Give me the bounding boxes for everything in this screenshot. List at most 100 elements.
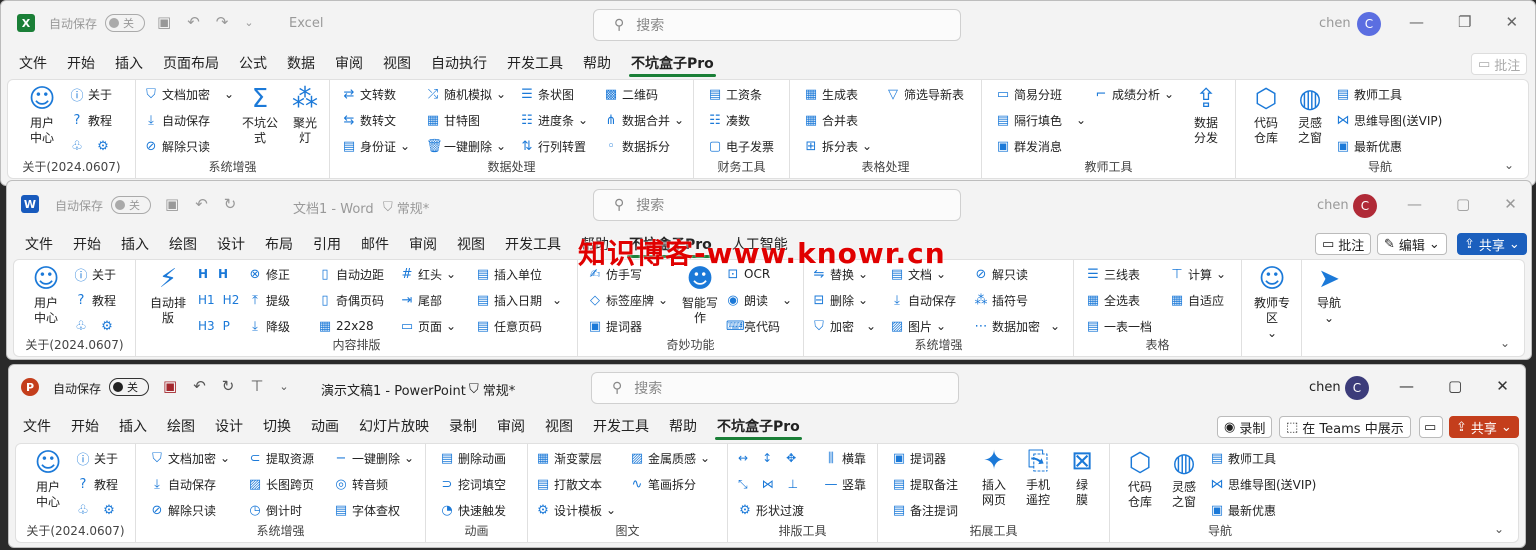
redo-icon[interactable]: ↻: [222, 377, 235, 395]
tab-file[interactable]: 文件: [13, 414, 61, 440]
autosave-button[interactable]: ⤓ 自动保存: [144, 110, 210, 130]
save-icon[interactable]: ▣: [157, 13, 171, 31]
tutorial-button[interactable]: ? 教程: [74, 290, 116, 310]
user-center-button[interactable]: ☺ 用户 中心: [26, 448, 70, 510]
avatar[interactable]: C: [1345, 376, 1369, 400]
tab-references[interactable]: 引用: [303, 232, 351, 258]
tab-draw[interactable]: 绘图: [159, 232, 207, 258]
downgrade-button[interactable]: ⤓ 降级: [248, 316, 290, 336]
id-card-button[interactable]: ▤ 身份证 ⌄: [342, 136, 410, 156]
scatter-text-button[interactable]: ▤ 打散文本: [536, 474, 602, 494]
maximize-icon[interactable]: ▢: [1456, 195, 1470, 213]
tab-review[interactable]: 审阅: [487, 414, 535, 440]
extract-resources-button[interactable]: ⊂ 提取资源: [248, 448, 314, 468]
one-click-delete-button[interactable]: 🗑 一键删除 ⌄: [426, 136, 506, 156]
autosave-toggle[interactable]: 关: [109, 378, 149, 396]
tab-developer[interactable]: 开发工具: [497, 51, 573, 77]
font-rights-button[interactable]: ▤ 字体查权: [334, 500, 400, 520]
redo-icon[interactable]: ↻: [224, 195, 237, 213]
qrcode-button[interactable]: ▩ 二维码: [604, 84, 658, 104]
teacher-zone-button[interactable]: ☺ 教师专 区 ⌄: [1246, 264, 1298, 341]
teams-present-button[interactable]: ⬚ 在 Teams 中展示: [1279, 416, 1411, 438]
phone-remote-button[interactable]: ⎘ 手机 遥控: [1018, 446, 1058, 508]
data-merge-button[interactable]: ⋔ 数据合并 ⌄: [604, 110, 685, 130]
autosave-button[interactable]: ⤓ 自动保存: [890, 290, 956, 310]
collapse-ribbon-icon[interactable]: ⌄: [1500, 336, 1510, 350]
mindmap-button[interactable]: ⋈ 思维导图(送VIP): [1336, 110, 1443, 130]
unlock-button[interactable]: ⊘ 解除只读: [144, 136, 210, 156]
delete-animation-button[interactable]: ▤ 删除动画: [440, 448, 506, 468]
teacher-tools-button[interactable]: ▤ 教师工具: [1210, 448, 1276, 468]
minimize-icon[interactable]: —: [1407, 195, 1422, 213]
collapse-ribbon-icon[interactable]: ⌄: [1494, 522, 1504, 536]
search-box[interactable]: ⚲ 搜索: [593, 189, 961, 221]
horizontal-icon[interactable]: ↔: [738, 451, 748, 465]
tab-review[interactable]: 审阅: [325, 51, 373, 77]
tutorial-button[interactable]: ? 教程: [70, 110, 112, 130]
flip-icon[interactable]: ⋈: [762, 477, 774, 491]
doc-encrypt-button[interactable]: ⛉ 文档加密 ⌄: [144, 84, 234, 104]
spotlight-button[interactable]: ⁂ 聚光 灯: [286, 84, 324, 146]
close-icon[interactable]: ✕: [1504, 195, 1517, 213]
long-image-button[interactable]: ▨ 长图跨页: [248, 474, 314, 494]
customize-qa-icon[interactable]: ⌄: [244, 16, 253, 29]
auto-margin-button[interactable]: ▯ 自动边距: [318, 264, 384, 284]
random-sim-button[interactable]: ⤮ 随机模拟 ⌄: [426, 84, 506, 104]
distribute-icon[interactable]: ⊥: [788, 477, 798, 491]
autosave-toggle[interactable]: 关: [105, 14, 145, 32]
close-icon[interactable]: ✕: [1496, 377, 1509, 395]
encrypt-button[interactable]: ⛉ 加密 ⌄: [812, 316, 876, 336]
insert-symbol-button[interactable]: ⁂ 插符号: [974, 290, 1029, 310]
merge-table-button[interactable]: ▦ 合并表: [804, 110, 858, 130]
split-table-button[interactable]: ⊞ 拆分表 ⌄: [804, 136, 873, 156]
tab-bukeng-pro[interactable]: 不坑盒子Pro: [707, 414, 810, 440]
number-to-text-button[interactable]: ⇆ 数转文: [342, 110, 396, 130]
prompter-button[interactable]: ▣ 提词器: [588, 316, 642, 336]
shape-transition-button[interactable]: ⚙ 形状过渡: [738, 500, 804, 520]
text-to-number-button[interactable]: ⇄ 文转数: [342, 84, 396, 104]
undo-icon[interactable]: ↶: [195, 195, 208, 213]
design-template-button[interactable]: ⚙ 设计模板 ⌄: [536, 500, 616, 520]
extract-notes-button[interactable]: ▤ 提取备注: [892, 474, 958, 494]
tab-mailings[interactable]: 邮件: [351, 232, 399, 258]
unlock-button[interactable]: ⊘ 解除只读: [150, 500, 216, 520]
user-center-button[interactable]: ☺ 用户 中心: [24, 264, 68, 326]
fix-button[interactable]: ⊗ 修正: [248, 264, 290, 284]
shirt-icon[interactable]: ♧: [76, 503, 90, 518]
auto-layout-button[interactable]: ⚡ 自动排 版: [142, 264, 194, 326]
navigation-button[interactable]: ➤ 导航 ⌄: [1306, 264, 1352, 326]
search-box[interactable]: ⚲ 搜索: [591, 372, 959, 404]
tab-file[interactable]: 文件: [15, 232, 63, 258]
h3-icon[interactable]: H3: [198, 319, 215, 333]
shrink-icon[interactable]: ⤡: [738, 477, 748, 492]
paragraph-icon[interactable]: P: [223, 319, 230, 333]
vertical-icon[interactable]: ↕: [762, 451, 772, 465]
three-line-table-button[interactable]: ☰ 三线表: [1086, 264, 1140, 284]
tab-view[interactable]: 视图: [373, 51, 421, 77]
upgrade-button[interactable]: ⤒ 提级: [248, 290, 290, 310]
one-click-delete-button[interactable]: − 一键删除 ⌄: [334, 448, 415, 468]
tab-draw[interactable]: 绘图: [157, 414, 205, 440]
heading-icon[interactable]: H: [218, 267, 228, 281]
tab-developer[interactable]: 开发工具: [583, 414, 659, 440]
shirt-icon[interactable]: ♧: [70, 139, 84, 154]
user-center-button[interactable]: ☺ 用户 中心: [20, 84, 64, 146]
customize-qa-icon[interactable]: ⌄: [279, 380, 288, 393]
h1-icon[interactable]: H1: [198, 293, 215, 307]
e-invoice-button[interactable]: ▢ 电子发票: [708, 136, 774, 156]
tab-home[interactable]: 开始: [57, 51, 105, 77]
heading-icon[interactable]: H: [198, 267, 208, 281]
sensitivity-label[interactable]: ⛉ 常规*: [469, 380, 515, 399]
tab-design[interactable]: 设计: [207, 232, 255, 258]
tab-help[interactable]: 帮助: [659, 414, 707, 440]
about-button[interactable]: ⓘ 关于: [76, 448, 118, 468]
insert-date-button[interactable]: ▤ 插入日期 ⌄: [476, 290, 562, 310]
avatar[interactable]: C: [1353, 194, 1377, 218]
filter-new-table-button[interactable]: ▽ 筛选导新表: [886, 84, 964, 104]
read-aloud-button[interactable]: ◉ 朗读 ⌄: [726, 290, 792, 310]
undo-icon[interactable]: ↶: [187, 13, 200, 31]
tab-design[interactable]: 设计: [205, 414, 253, 440]
smart-writing-button[interactable]: ☻ 智能写 作: [678, 264, 722, 326]
editing-button[interactable]: ✎ 编辑 ⌄: [1377, 233, 1447, 255]
transpose-button[interactable]: ⇅ 行列转置: [520, 136, 586, 156]
